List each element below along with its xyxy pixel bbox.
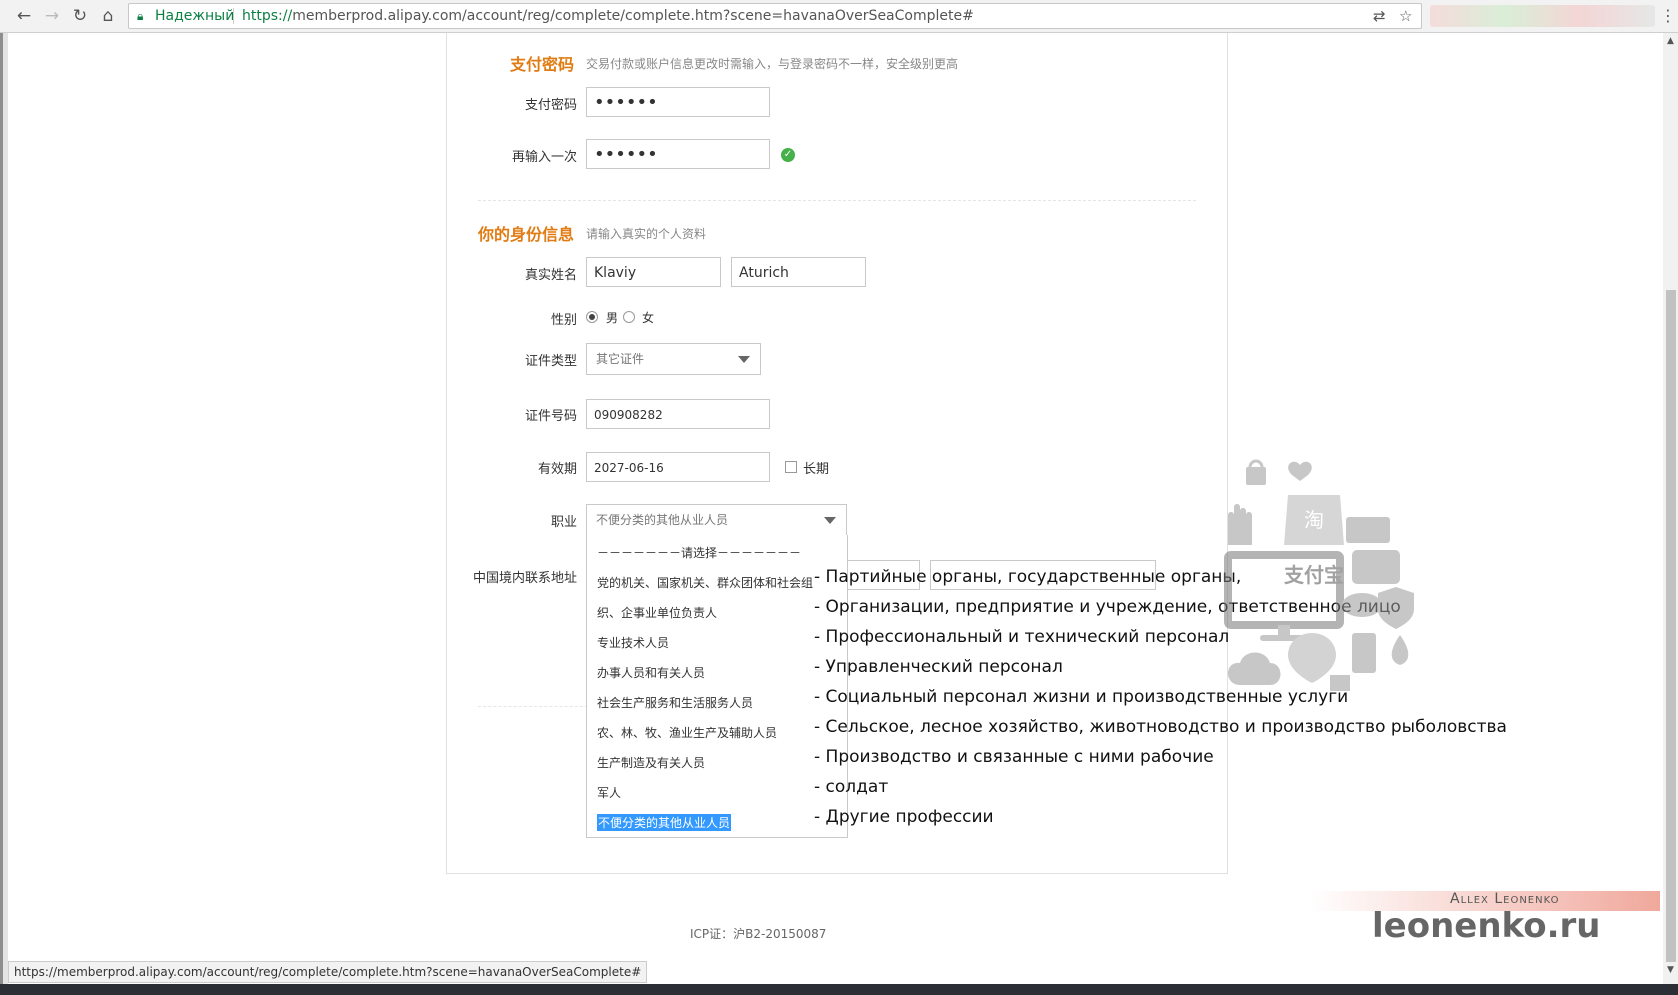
translation-line: - Управленческий персонал xyxy=(814,657,1063,677)
check-success-icon: ✓ xyxy=(781,148,795,162)
address-bar[interactable]: 🔒︎ Надежный https://memberprod.alipay.co… xyxy=(128,3,1422,29)
window-edge-dark xyxy=(0,33,3,995)
occupation-option-selected[interactable]: 不便分类的其他从业人员 xyxy=(597,814,732,831)
gender-female-label: 女 xyxy=(642,311,655,325)
long-term-checkbox[interactable] xyxy=(785,461,797,473)
first-name-input[interactable]: Klaviy xyxy=(586,257,721,287)
bookmark-star-icon[interactable]: ☆ xyxy=(1399,4,1412,28)
gender-female-radio[interactable] xyxy=(623,311,635,323)
scroll-down-icon[interactable]: ▼ xyxy=(1667,965,1674,975)
occupation-value: 不便分类的其他从业人员 xyxy=(596,513,729,527)
valid-until-input[interactable]: 2027-06-16 xyxy=(586,452,770,482)
occupation-option[interactable]: 办事人员和有关人员 xyxy=(597,664,705,681)
occupation-option[interactable]: 党的机关、国家机关、群众团体和社会组 xyxy=(597,574,813,591)
menu-icon[interactable]: ⋮ xyxy=(1660,6,1676,25)
occupation-option[interactable]: 生产制造及有关人员 xyxy=(597,754,705,771)
window-bottom-edge xyxy=(0,984,1678,995)
watermark-site: leonenko.ru xyxy=(1372,906,1601,946)
pay-password-input[interactable]: •••••• xyxy=(586,87,770,117)
pay-password-subtitle: 交易付款或账户信息更改时需输入，与登录密码不一样，安全级别更高 xyxy=(586,57,959,71)
doc-number-input[interactable]: 090908282 xyxy=(586,399,770,429)
occupation-option[interactable]: 农、林、牧、渔业生产及辅助人员 xyxy=(597,724,777,741)
section-divider xyxy=(478,200,1196,201)
watermark-author: Allex Leonenko xyxy=(1450,891,1560,907)
translate-icon[interactable]: ⇄ xyxy=(1373,4,1386,28)
occupation-select[interactable]: 不便分类的其他从业人员 xyxy=(586,504,847,536)
pay-password-label: 支付密码 xyxy=(524,98,577,113)
translation-line: - Сельское, лесное хозяйство, животновод… xyxy=(814,717,1507,737)
browser-toolbar: ← → ↻ ⌂ 🔒︎ Надежный https://memberprod.a… xyxy=(0,0,1678,33)
translation-line: - Производство и связанные с ними рабочи… xyxy=(814,747,1214,767)
blurred-extensions xyxy=(1430,5,1655,27)
real-name-label: 真实姓名 xyxy=(524,268,577,283)
lock-icon: 🔒︎ xyxy=(137,9,144,23)
translation-line: - Профессиональный и технический персона… xyxy=(814,627,1230,647)
status-bar-url: https://memberprod.alipay.com/account/re… xyxy=(8,961,648,983)
divider xyxy=(233,8,234,24)
doc-type-select[interactable]: 其它证件 xyxy=(586,343,761,375)
address-label: 中国境内联系地址 xyxy=(472,571,577,586)
valid-until-label: 有效期 xyxy=(537,462,577,477)
icp-license: ICP证：沪B2-20150087 xyxy=(690,927,827,941)
occupation-option[interactable]: 社会生产服务和生活服务人员 xyxy=(597,694,753,711)
svg-text:淘: 淘 xyxy=(1304,508,1324,532)
confirm-password-input[interactable]: •••••• xyxy=(586,139,770,169)
occupation-option[interactable]: 专业技术人员 xyxy=(597,634,669,651)
last-name-input[interactable]: Aturich xyxy=(731,257,866,287)
back-icon[interactable]: ← xyxy=(14,6,34,26)
identity-subtitle: 请输入真实的个人资料 xyxy=(586,227,707,241)
doc-type-value: 其它证件 xyxy=(596,352,645,366)
scrollbar-thumb[interactable] xyxy=(1666,290,1676,962)
translation-line: - солдат xyxy=(814,777,889,797)
home-icon[interactable]: ⌂ xyxy=(98,6,118,26)
alipay-logo-icon: 支付宝 xyxy=(1284,563,1344,587)
doc-type-label: 证件类型 xyxy=(524,354,577,369)
forward-icon[interactable]: → xyxy=(42,6,62,26)
translation-line: - Партийные органы, государственные орга… xyxy=(814,567,1242,587)
occupation-option[interactable]: 军人 xyxy=(597,784,621,801)
reload-icon[interactable]: ↻ xyxy=(70,6,90,26)
identity-title: 你的身份信息 xyxy=(478,225,575,244)
confirm-password-label: 再输入一次 xyxy=(511,150,577,165)
pay-password-title: 支付密码 xyxy=(510,55,575,74)
gender-label: 性别 xyxy=(550,313,577,328)
translation-line: - Другие профессии xyxy=(814,807,994,827)
section-divider xyxy=(478,706,588,707)
occupation-option[interactable]: 织、企事业单位负责人 xyxy=(597,604,717,621)
secure-label: Надежный xyxy=(155,8,235,24)
long-term-label: 长期 xyxy=(803,462,830,477)
chevron-down-icon xyxy=(738,356,750,363)
gender-male-radio[interactable] xyxy=(586,311,598,323)
url-text[interactable]: https://memberprod.alipay.com/account/re… xyxy=(242,4,974,28)
doc-number-label: 证件号码 xyxy=(524,409,577,424)
gender-male-label: 男 xyxy=(606,311,619,325)
occupation-dropdown-list: －－－－－－－请选择－－－－－－－ 党的机关、国家机关、群众团体和社会组 织、企… xyxy=(586,535,848,838)
scroll-up-icon[interactable]: ▲ xyxy=(1667,36,1674,46)
occupation-option-placeholder[interactable]: －－－－－－－请选择－－－－－－－ xyxy=(597,544,801,561)
services-illustration: 支付宝 淘 xyxy=(1224,459,1414,691)
occupation-label: 职业 xyxy=(550,515,577,530)
chevron-down-icon xyxy=(824,517,836,524)
